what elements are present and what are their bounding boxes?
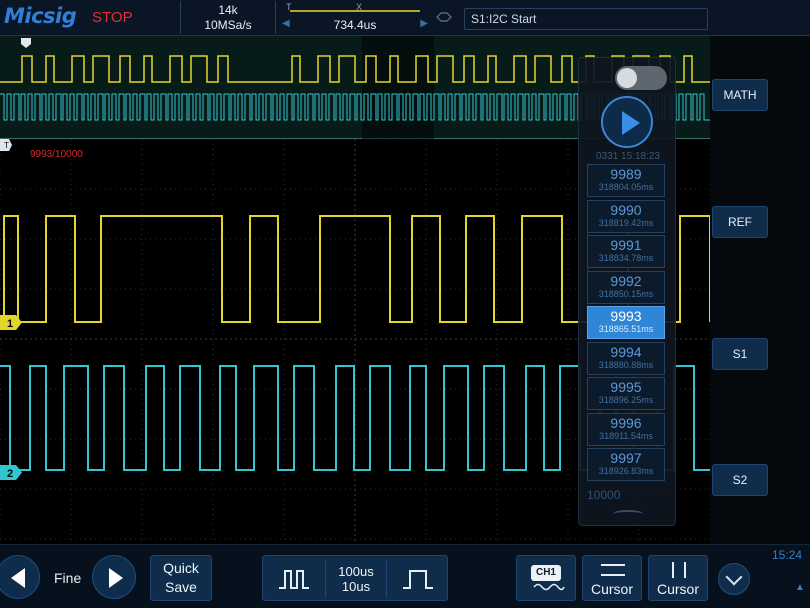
segment-number: 9991	[610, 237, 642, 253]
segment-number: 9990	[610, 201, 642, 218]
timebase-position-value: 734.4us	[333, 18, 377, 32]
pulse-width-trigger-group: 100us 10us	[262, 555, 448, 601]
math-button[interactable]: MATH	[712, 79, 768, 111]
segment-item[interactable]: 9995 318896.25ms	[587, 377, 665, 410]
quick-save-button[interactable]: Quick Save	[150, 555, 212, 601]
ch1-badge: CH1	[531, 565, 561, 581]
cursor-vertical-icon	[672, 562, 686, 578]
status-indicator-icon: ▲	[795, 582, 805, 593]
segment-timestamp: 0331 15:18:23	[596, 151, 660, 162]
segment-time: 318880.88ms	[598, 359, 654, 370]
horizontal-cursor-button[interactable]: Cursor	[582, 555, 642, 601]
segment-item[interactable]: 9994 318880.88ms	[587, 341, 665, 375]
ch1-source-button[interactable]: CH1	[516, 555, 576, 601]
quick-save-label-line2: Save	[165, 579, 197, 595]
quick-save-label-line1: Quick	[163, 560, 199, 576]
segment-time: 318819.42ms	[598, 217, 654, 228]
play-icon	[622, 111, 640, 135]
play-button[interactable]	[601, 96, 653, 148]
segment-number: 9994	[610, 343, 642, 360]
width-upper-limit: 100us	[338, 564, 374, 579]
segment-item[interactable]: 9990 318819.42ms	[587, 199, 665, 233]
vertical-cursor-label: Cursor	[656, 581, 699, 597]
segment-time: 318911.54ms	[599, 430, 653, 441]
pulse-wide-icon[interactable]	[401, 568, 435, 590]
trigger-level-marker[interactable]: T	[0, 139, 12, 151]
segment-item[interactable]: 9989 318804.05ms	[587, 164, 665, 197]
segmented-record-panel: 0331 15:18:23 9989 318804.05ms 9990 318819.…	[578, 57, 676, 526]
ch2-marker-label: 2	[7, 468, 13, 480]
acquisition-info[interactable]: 14k 10MSa/s	[180, 1, 276, 34]
pulse-narrow-icon[interactable]	[277, 568, 311, 590]
segment-list[interactable]: 9989 318804.05ms 9990 318819.42ms 9991 318834…	[587, 164, 665, 484]
bottom-toolbar: Fine Quick Save 100us 10us CH1 Cursor Cu…	[0, 544, 810, 608]
segment-enable-toggle[interactable]	[615, 66, 667, 90]
next-arrow-icon	[109, 568, 123, 588]
vertical-cursor-button[interactable]: Cursor	[648, 555, 708, 601]
chevron-down-icon	[725, 568, 743, 586]
run-stop-status[interactable]: STOP	[92, 9, 133, 26]
segment-item[interactable]: 9993 318865.51ms	[587, 306, 665, 339]
expand-menu-button[interactable]	[718, 563, 750, 595]
cursor-horizontal-icon	[601, 564, 625, 576]
segment-time: 318926.83ms	[598, 466, 654, 476]
segment-number: 9995	[610, 379, 642, 395]
segment-time: 318865.51ms	[598, 324, 654, 334]
next-button[interactable]	[92, 555, 136, 599]
memory-depth: 14k	[218, 3, 238, 17]
horizontal-cursor-label: Cursor	[590, 581, 633, 597]
fine-label[interactable]: Fine	[54, 570, 81, 586]
segment-time: 318804.05ms	[598, 182, 654, 192]
segment-number: 9993	[610, 308, 642, 324]
prev-arrow-icon	[11, 568, 25, 588]
ch1-offset-marker[interactable]: 1	[0, 315, 22, 330]
segment-number: 9989	[610, 166, 642, 182]
timebase-position-control[interactable]: T X ◀ 734.4us ▶	[280, 1, 430, 34]
segment-number: 9997	[610, 450, 642, 466]
trigger-setting[interactable]: S1:I2C Start	[464, 8, 708, 30]
trigger-edge-icon	[436, 12, 452, 22]
timebase-track	[290, 10, 420, 12]
segment-total: 10000	[587, 488, 621, 502]
segment-number: 9992	[610, 272, 642, 289]
panel-drag-handle[interactable]	[613, 510, 643, 518]
system-clock: 15:24	[772, 548, 803, 562]
s1-button[interactable]: S1	[712, 338, 768, 370]
segment-time: 318896.25ms	[598, 395, 654, 405]
prev-button[interactable]	[0, 555, 40, 599]
segment-item[interactable]: 9996 318911.54ms	[587, 412, 665, 446]
brand-logo: Micsig	[4, 4, 77, 28]
pulse-width-condition[interactable]: 100us 10us	[325, 560, 387, 598]
segment-item[interactable]: 9992 318850.15ms	[587, 270, 665, 304]
segment-number: 9996	[610, 414, 642, 431]
wave-icon	[533, 583, 565, 591]
toggle-knob	[617, 68, 637, 88]
ch2-offset-marker[interactable]: 2	[0, 465, 22, 480]
ref-button[interactable]: REF	[712, 206, 768, 238]
sample-rate: 10MSa/s	[204, 18, 252, 32]
ch1-marker-label: 1	[7, 318, 13, 330]
segment-time: 318850.15ms	[598, 288, 654, 299]
width-lower-limit: 10us	[341, 579, 371, 594]
right-arrow-icon[interactable]: ▶	[420, 18, 428, 29]
top-status-bar: Micsig STOP 14k 10MSa/s T X ◀ 734.4us ▶ …	[0, 0, 810, 36]
record-counter: 9993/10000	[30, 149, 83, 160]
s2-button[interactable]: S2	[712, 464, 768, 496]
segment-time: 318834.78ms	[598, 253, 654, 263]
trigger-marker-label: T	[4, 141, 9, 150]
segment-item[interactable]: 9997 318926.83ms	[587, 448, 665, 481]
segment-item[interactable]: 9991 318834.78ms	[587, 235, 665, 268]
